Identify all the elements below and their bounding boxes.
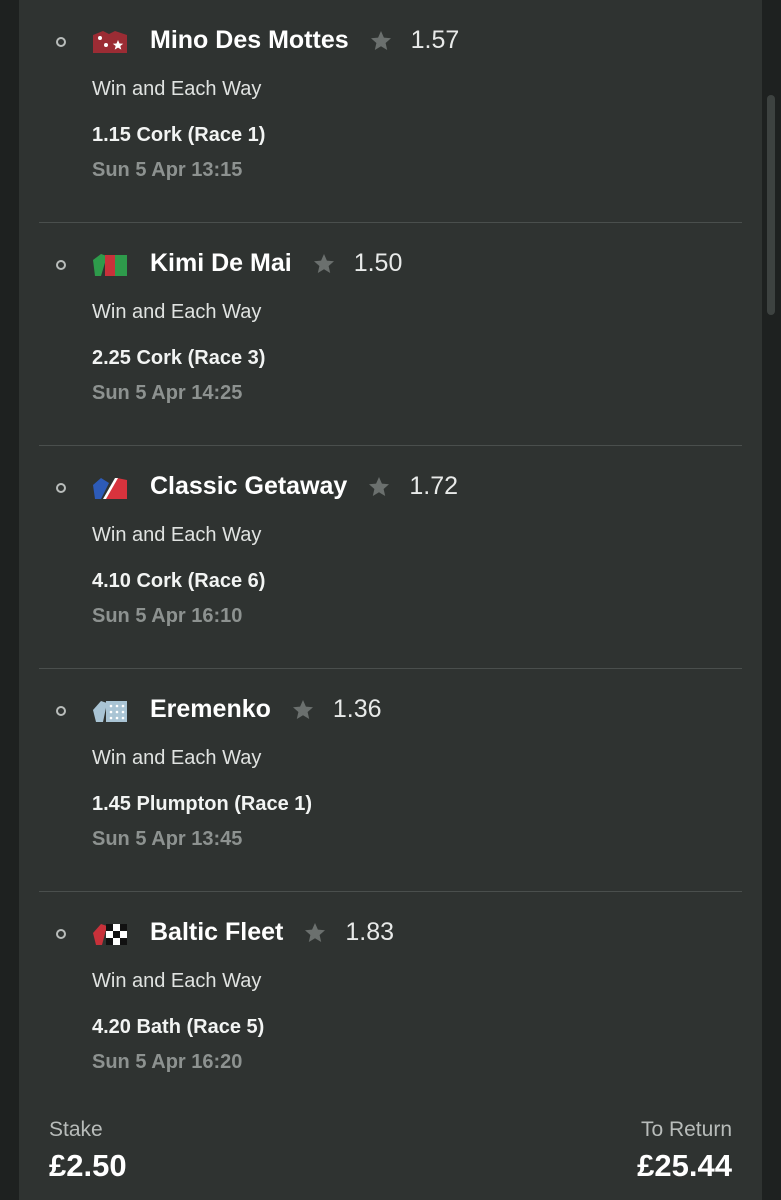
silk-maroon-stars-icon [93,31,127,53]
star-icon[interactable] [367,475,391,499]
selection-header: Classic Getaway 1.72 [150,472,458,501]
odds-value: 1.57 [410,26,460,54]
selection-header: Mino Des Mottes 1.57 [150,26,459,55]
selection-header: Baltic Fleet 1.83 [150,918,394,947]
radio-circle-icon[interactable] [56,706,66,716]
radio-circle-icon[interactable] [56,37,66,47]
race-time: Sun 5 Apr 16:20 [92,1051,243,1073]
radio-circle-icon[interactable] [56,483,66,493]
star-icon[interactable] [369,29,393,53]
bet-summary-footer: Stake £2.50 To Return £25.44 [19,1090,762,1200]
market-type: Win and Each Way [92,301,262,323]
silk-lightblue-spots-icon [93,701,127,722]
odds-value: 1.36 [332,695,382,723]
selection-item[interactable]: Baltic Fleet 1.83 Win and Each Way 4.20 … [39,892,742,1115]
selection-item[interactable]: Mino Des Mottes 1.57 Win and Each Way 1.… [39,0,742,223]
horse-name[interactable]: Classic Getaway [150,472,347,501]
market-type: Win and Each Way [92,524,262,546]
stake-label: Stake [49,1118,103,1141]
race-info: 4.10 Cork (Race 6) [92,570,266,592]
race-info: 2.25 Cork (Race 3) [92,347,266,369]
horse-name[interactable]: Eremenko [150,695,271,724]
selection-header: Eremenko 1.36 [150,695,382,724]
race-time: Sun 5 Apr 14:25 [92,382,243,404]
race-info: 1.45 Plumpton (Race 1) [92,793,313,815]
race-info: 4.20 Bath (Race 5) [92,1016,265,1038]
race-time: Sun 5 Apr 13:45 [92,828,243,850]
odds-value: 1.72 [409,472,459,500]
selection-header: Kimi De Mai 1.50 [150,249,402,278]
market-type: Win and Each Way [92,970,262,992]
race-info: 1.15 Cork (Race 1) [92,124,266,146]
odds-value: 1.83 [345,918,395,946]
market-type: Win and Each Way [92,78,262,100]
race-time: Sun 5 Apr 16:10 [92,605,243,627]
horse-name[interactable]: Mino Des Mottes [150,26,349,55]
race-time: Sun 5 Apr 13:15 [92,159,243,181]
selection-item[interactable]: Kimi De Mai 1.50 Win and Each Way 2.25 C… [39,223,742,446]
silk-red-black-white-check-icon [93,924,127,945]
to-return-value: £25.44 [637,1148,732,1183]
selection-item[interactable]: Eremenko 1.36 Win and Each Way 1.45 Plum… [39,669,742,892]
odds-value: 1.50 [353,249,403,277]
bet-slip-panel: Mino Des Mottes 1.57 Win and Each Way 1.… [19,0,762,1200]
star-icon[interactable] [303,921,327,945]
radio-circle-icon[interactable] [56,929,66,939]
silk-red-white-blue-icon [93,478,127,499]
selection-item[interactable]: Classic Getaway 1.72 Win and Each Way 4.… [39,446,742,669]
scrollbar[interactable] [767,95,775,315]
stake-value[interactable]: £2.50 [49,1148,127,1184]
silk-green-red-icon [93,254,127,276]
star-icon[interactable] [291,698,315,722]
bet-slip-screen: Mino Des Mottes 1.57 Win and Each Way 1.… [0,0,781,1200]
horse-name[interactable]: Kimi De Mai [150,249,292,278]
star-icon[interactable] [312,252,336,276]
market-type: Win and Each Way [92,747,262,769]
radio-circle-icon[interactable] [56,260,66,270]
horse-name[interactable]: Baltic Fleet [150,918,283,947]
to-return-label: To Return [640,1118,732,1141]
